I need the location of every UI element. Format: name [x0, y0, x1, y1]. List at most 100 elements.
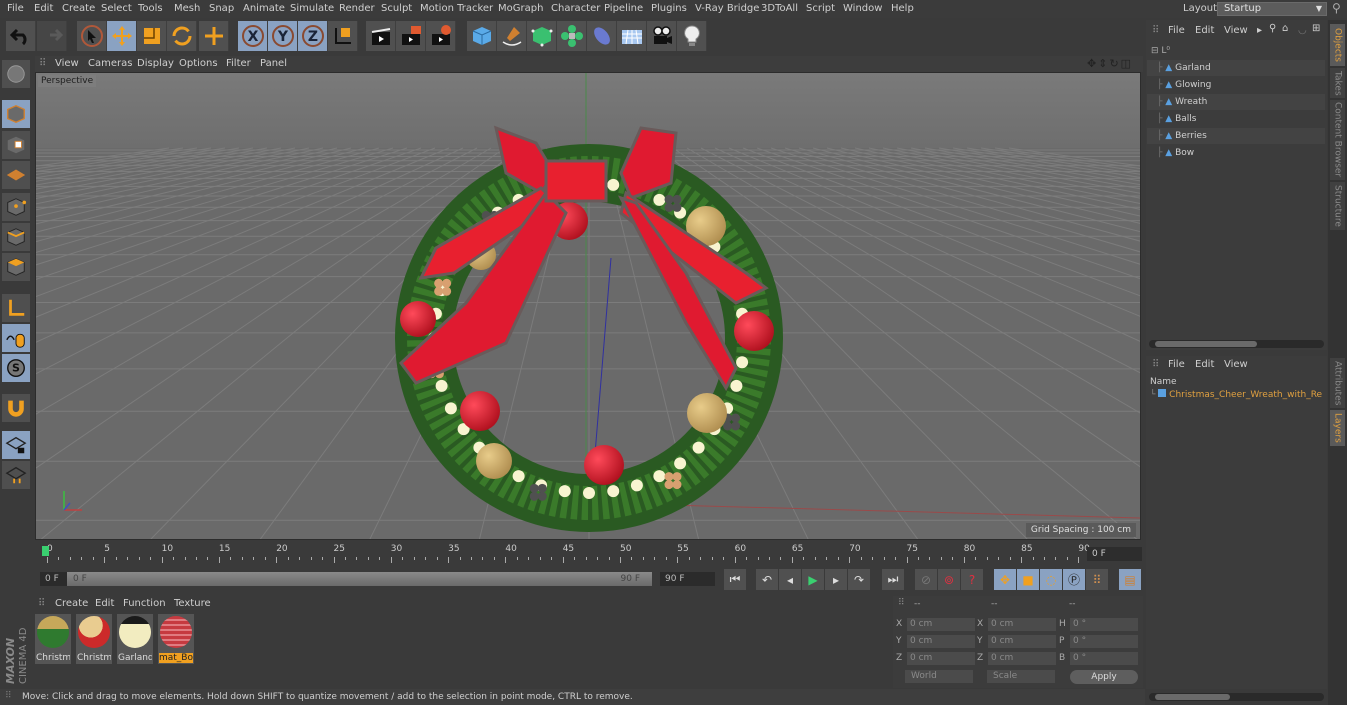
- viewport-menu-view[interactable]: View: [55, 58, 79, 69]
- menu-character[interactable]: Character: [551, 3, 600, 14]
- menu-animate[interactable]: Animate: [243, 3, 285, 14]
- menu-tools[interactable]: Tools: [138, 3, 163, 14]
- live-selection-button[interactable]: [77, 21, 107, 51]
- workplane-snap-button[interactable]: [2, 461, 30, 489]
- previous-frame-button[interactable]: ◂: [779, 569, 801, 590]
- name-column-header[interactable]: Name: [1150, 377, 1177, 387]
- cloner-button[interactable]: [557, 21, 587, 51]
- menu-snap[interactable]: Snap: [209, 3, 234, 14]
- menu-select[interactable]: Select: [101, 3, 132, 14]
- solo-button[interactable]: S: [2, 354, 30, 382]
- objects-scrollbar[interactable]: [1149, 340, 1324, 348]
- drag-handle-icon[interactable]: ⠿: [38, 598, 45, 609]
- subdivision-button[interactable]: [527, 21, 557, 51]
- key-rotation-button[interactable]: ◌: [1040, 569, 1062, 590]
- object-row[interactable]: ├ ▲ Balls: [1147, 111, 1325, 127]
- menu-script[interactable]: Script: [806, 3, 835, 14]
- playhead[interactable]: [42, 546, 49, 556]
- coordinate-field[interactable]: 0 cm: [988, 618, 1056, 631]
- drag-handle-icon[interactable]: ⠿: [39, 58, 46, 69]
- layers-menu-file[interactable]: File: [1168, 359, 1185, 370]
- camera-label[interactable]: Perspective: [38, 75, 97, 87]
- home-icon[interactable]: ⌂: [1282, 23, 1288, 34]
- go-to-start-button[interactable]: ⏮: [724, 569, 746, 590]
- scale-tool-button[interactable]: [137, 21, 167, 51]
- edges-mode-button[interactable]: [2, 223, 30, 251]
- coordinate-field[interactable]: 0 °: [1070, 652, 1138, 665]
- menu-pipeline[interactable]: Pipeline: [604, 3, 643, 14]
- menu-motion-tracker[interactable]: Motion Tracker: [420, 3, 493, 14]
- render-settings-button[interactable]: [426, 21, 456, 51]
- menu-mograph[interactable]: MoGraph: [498, 3, 543, 14]
- coordinate-mode-dropdown[interactable]: World: [905, 670, 973, 683]
- object-root[interactable]: ⊟ L⁰ Christmas_Cheer_Wreath_with_Rec: [1147, 43, 1325, 72]
- layers-menu-edit[interactable]: Edit: [1195, 359, 1214, 370]
- cube-button[interactable]: [467, 21, 497, 51]
- menu-edit[interactable]: Edit: [34, 3, 53, 14]
- tab-objects[interactable]: Objects: [1330, 24, 1345, 66]
- x-axis-button[interactable]: X: [238, 21, 268, 51]
- frame-range-slider[interactable]: 0 F 90 F: [67, 572, 652, 586]
- timeline-button[interactable]: ▤: [1119, 569, 1141, 590]
- scrollbar-thumb[interactable]: [1155, 694, 1230, 700]
- y-axis-button[interactable]: Y: [268, 21, 298, 51]
- key-parameter-button[interactable]: Ⓟ: [1063, 569, 1085, 590]
- viewport-menu-options[interactable]: Options: [179, 58, 218, 69]
- material-menu-texture[interactable]: Texture: [174, 598, 211, 609]
- object-row[interactable]: ├ ▲ Garland: [1147, 60, 1325, 76]
- coordinate-field[interactable]: 0 cm: [907, 618, 975, 631]
- material-menu-create[interactable]: Create: [55, 598, 88, 609]
- coordinate-system-button[interactable]: [328, 21, 358, 51]
- z-axis-button[interactable]: Z: [298, 21, 328, 51]
- make-editable-button[interactable]: [2, 60, 30, 88]
- model-mode-button[interactable]: [2, 100, 30, 128]
- key-position-button[interactable]: ✥: [994, 569, 1016, 590]
- material-swatch-selected[interactable]: mat_Bow: [158, 614, 194, 664]
- menu-render[interactable]: Render: [339, 3, 375, 14]
- deformer-button[interactable]: [587, 21, 617, 51]
- 3d-viewport[interactable]: Perspective Grid Spacing : 100 cm: [35, 72, 1141, 540]
- light-button[interactable]: [677, 21, 707, 51]
- objects-menu-file[interactable]: File: [1168, 25, 1185, 36]
- axis-button[interactable]: [2, 294, 30, 322]
- viewport-menu-display[interactable]: Display: [137, 58, 174, 69]
- redo-button[interactable]: [37, 21, 67, 51]
- layer-row[interactable]: └ Christmas_Cheer_Wreath_with_Re: [1150, 389, 1327, 403]
- autokey-button[interactable]: ⊚: [938, 569, 960, 590]
- material-swatch[interactable]: Christm: [35, 614, 71, 664]
- expand-arrow-icon[interactable]: ▸: [1257, 25, 1262, 36]
- objects-menu-view[interactable]: View: [1224, 25, 1248, 36]
- floor-button[interactable]: [617, 21, 647, 51]
- current-frame-field[interactable]: 0 F: [1087, 547, 1142, 561]
- layers-scrollbar[interactable]: [1149, 693, 1324, 701]
- key-scale-button[interactable]: ■: [1017, 569, 1039, 590]
- objects-menu-edit[interactable]: Edit: [1195, 25, 1214, 36]
- menu-window[interactable]: Window: [843, 3, 882, 14]
- snap-button[interactable]: [2, 394, 30, 422]
- menu-sculpt[interactable]: Sculpt: [381, 3, 412, 14]
- add-object-button[interactable]: [199, 21, 229, 51]
- tab-structure[interactable]: Structure: [1330, 182, 1345, 230]
- material-menu-edit[interactable]: Edit: [95, 598, 114, 609]
- scrollbar-thumb[interactable]: [1155, 341, 1257, 347]
- polygons-mode-button[interactable]: [2, 253, 30, 281]
- texture-mode-button[interactable]: [2, 131, 30, 159]
- lock-workplane-button[interactable]: [2, 431, 30, 459]
- points-mode-button[interactable]: [2, 193, 30, 221]
- rotate-tool-button[interactable]: [167, 21, 197, 51]
- pen-spline-button[interactable]: [497, 21, 527, 51]
- keyframe-selection-button[interactable]: ?: [961, 569, 983, 590]
- end-frame-field[interactable]: 90 F: [660, 572, 715, 586]
- viewport-menu-panel[interactable]: Panel: [260, 58, 287, 69]
- hide-icon[interactable]: ◡: [1298, 25, 1307, 36]
- next-keyframe-button[interactable]: ↷: [848, 569, 870, 590]
- layer-color-swatch[interactable]: [1158, 389, 1167, 397]
- viewport-menu-filter[interactable]: Filter: [226, 58, 251, 69]
- play-button[interactable]: ▶: [802, 569, 824, 590]
- workplane-mode-button[interactable]: [2, 161, 30, 189]
- coordinate-field[interactable]: 0 cm: [988, 635, 1056, 648]
- maximize-icon[interactable]: ◫: [1121, 57, 1133, 70]
- tweak-button[interactable]: [2, 324, 30, 352]
- undo-button[interactable]: [6, 21, 36, 51]
- menu-vray-bridge[interactable]: V-Ray Bridge: [695, 3, 759, 14]
